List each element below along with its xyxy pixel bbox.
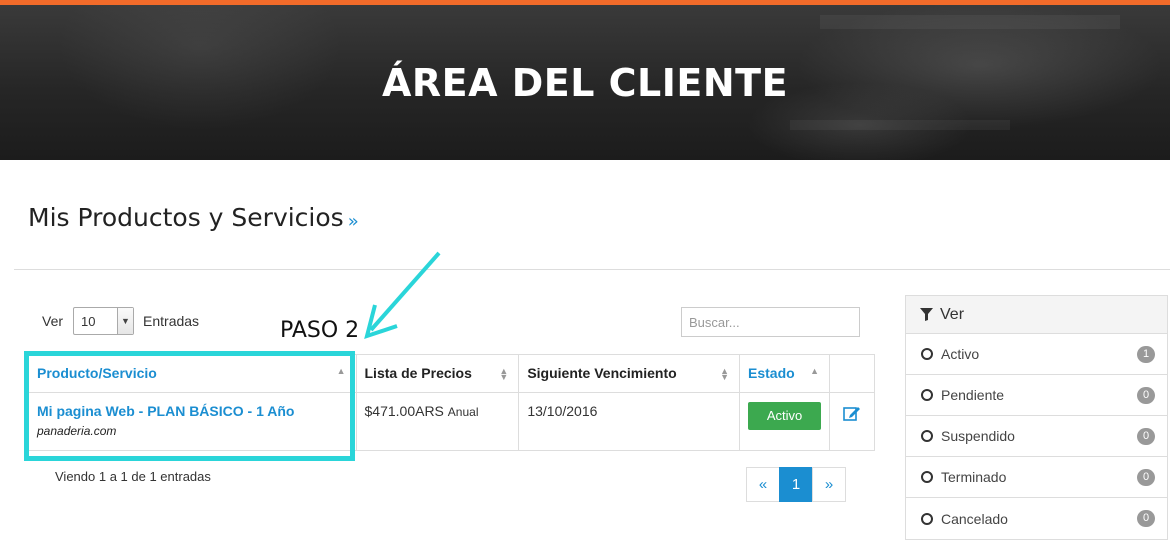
chevron-right-icon[interactable]: » bbox=[348, 211, 359, 232]
entries-length-control: Ver 10 ▼ Entradas bbox=[42, 307, 199, 335]
due-date: 13/10/2016 bbox=[527, 403, 598, 419]
pagination-next-button[interactable]: » bbox=[812, 467, 846, 502]
filter-panel-title: Ver bbox=[940, 305, 965, 323]
column-header-status[interactable]: Estado ▲ bbox=[739, 354, 831, 393]
paso-annotation: PASO 2 bbox=[280, 318, 360, 343]
filter-item-cancelado[interactable]: Cancelado 0 bbox=[906, 498, 1167, 539]
column-header-due[interactable]: Siguiente Vencimiento ▲ ▼ bbox=[518, 354, 741, 393]
filter-item-suspendido[interactable]: Suspendido 0 bbox=[906, 416, 1167, 457]
filter-item-label: Terminado bbox=[941, 469, 1007, 485]
length-prefix: Ver bbox=[42, 313, 64, 329]
radio-icon bbox=[921, 512, 933, 525]
sort-asc-icon: ▲ bbox=[810, 366, 820, 376]
radio-icon bbox=[921, 471, 933, 483]
pagination: « 1 » bbox=[746, 467, 846, 502]
filter-item-pendiente[interactable]: Pendiente 0 bbox=[906, 375, 1167, 416]
column-header-actions bbox=[829, 354, 875, 393]
column-header-price[interactable]: Lista de Precios ▲ ▼ bbox=[355, 354, 520, 393]
cell-status: Activo bbox=[739, 392, 831, 451]
sort-icon: ▲ ▼ bbox=[499, 366, 509, 382]
edit-icon[interactable] bbox=[843, 405, 861, 421]
billing-cycle: Anual bbox=[447, 405, 479, 419]
filter-item-label: Pendiente bbox=[941, 387, 1005, 403]
filter-icon bbox=[920, 308, 933, 321]
price-value: $471.00ARS bbox=[364, 403, 444, 419]
entries-select-value: 10 bbox=[81, 313, 96, 329]
highlight-box bbox=[24, 351, 355, 461]
radio-icon bbox=[921, 389, 933, 401]
filter-panel-header: Ver bbox=[906, 296, 1167, 334]
cell-due-date: 13/10/2016 bbox=[518, 392, 741, 451]
pagination-prev-button[interactable]: « bbox=[746, 467, 780, 502]
count-badge: 0 bbox=[1137, 428, 1155, 445]
entries-select[interactable]: 10 ▼ bbox=[73, 307, 135, 335]
filter-item-label: Activo bbox=[941, 346, 980, 362]
filter-item-label: Suspendido bbox=[941, 428, 1015, 444]
column-header-label: Lista de Precios bbox=[364, 365, 472, 381]
count-badge: 1 bbox=[1137, 346, 1155, 363]
chevron-down-icon: ▼ bbox=[117, 308, 134, 334]
cell-price: $471.00ARS Anual bbox=[355, 392, 520, 451]
count-badge: 0 bbox=[1137, 510, 1155, 527]
search-input[interactable]: Buscar... bbox=[681, 307, 860, 337]
count-badge: 0 bbox=[1137, 387, 1155, 404]
cell-actions bbox=[829, 392, 875, 451]
radio-icon bbox=[921, 348, 933, 360]
page-title: ÁREA DEL CLIENTE bbox=[381, 61, 789, 105]
filter-item-activo[interactable]: Activo 1 bbox=[906, 334, 1167, 375]
filter-item-terminado[interactable]: Terminado 0 bbox=[906, 457, 1167, 498]
divider bbox=[14, 269, 1170, 270]
filter-item-label: Cancelado bbox=[941, 510, 1008, 527]
table-info: Viendo 1 a 1 de 1 entradas bbox=[55, 469, 211, 484]
pagination-page-button[interactable]: 1 bbox=[779, 467, 813, 502]
sort-icon: ▲ ▼ bbox=[720, 366, 730, 382]
hero-decor bbox=[820, 15, 1120, 29]
section-title: Mis Productos y Servicios» bbox=[28, 203, 359, 232]
hero-decor bbox=[790, 120, 1010, 130]
status-badge: Activo bbox=[748, 402, 822, 430]
length-suffix: Entradas bbox=[143, 313, 200, 329]
filter-panel: Ver Activo 1 Pendiente 0 Suspendido 0 Te… bbox=[905, 295, 1168, 540]
column-header-label: Estado bbox=[748, 365, 795, 381]
hero-banner: ÁREA DEL CLIENTE bbox=[0, 5, 1170, 160]
radio-icon bbox=[921, 430, 933, 442]
column-header-label: Siguiente Vencimiento bbox=[527, 365, 677, 381]
section-title-text: Mis Productos y Servicios bbox=[28, 203, 344, 232]
annotation-arrow bbox=[364, 251, 441, 340]
count-badge: 0 bbox=[1137, 469, 1155, 486]
